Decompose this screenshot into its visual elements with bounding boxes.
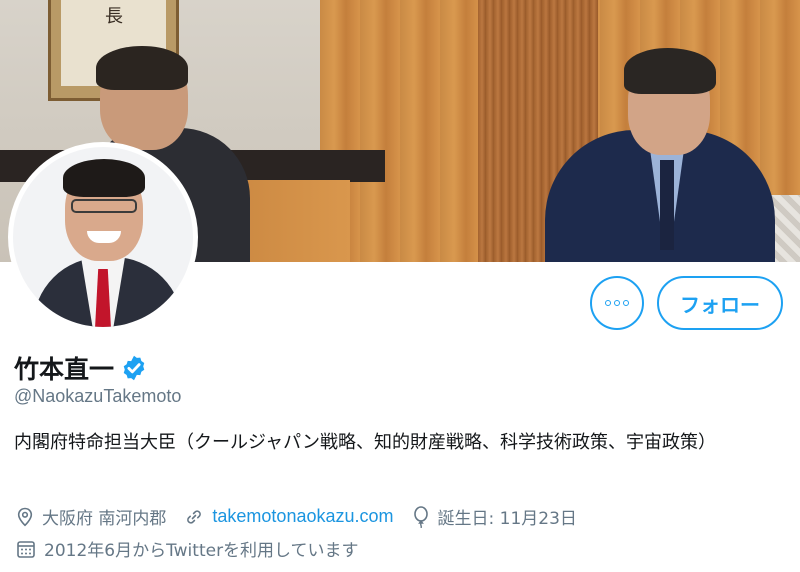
more-options-icon xyxy=(605,300,611,306)
birthday-text: 誕生日: 11月23日 xyxy=(437,509,577,529)
profile-name-row: 竹本直一 xyxy=(14,350,148,386)
profile-website: takemotonaokazu.com xyxy=(184,506,394,527)
location-text: 大阪府 南河内郡 xyxy=(42,509,167,529)
verified-badge-icon xyxy=(123,355,145,381)
location-pin-icon xyxy=(17,507,33,526)
profile-joined: 2012年6月からTwitterを利用しています xyxy=(16,536,359,561)
profile-location: 大阪府 南河内郡 xyxy=(16,504,166,529)
balloon-icon xyxy=(413,505,428,528)
profile-avatar[interactable] xyxy=(8,142,198,332)
link-icon xyxy=(187,509,202,524)
profile-name: 竹本直一 xyxy=(14,355,115,384)
calendar-icon xyxy=(17,540,35,558)
more-options-button[interactable] xyxy=(590,276,644,330)
joined-text: 2012年6月からTwitterを利用しています xyxy=(44,541,359,561)
profile-birthday: 誕生日: 11月23日 xyxy=(412,504,577,529)
avatar-glasses xyxy=(71,199,137,213)
banner-person-right-tie xyxy=(660,160,674,250)
banner-person-right-hair xyxy=(624,48,716,94)
banner-person-left-hair xyxy=(96,46,188,90)
website-link[interactable]: takemotonaokazu.com xyxy=(212,506,393,527)
more-options-icon-dot xyxy=(623,300,629,306)
avatar-hair xyxy=(63,159,145,197)
follow-button[interactable]: フォロー xyxy=(657,276,783,330)
profile-meta-row: 大阪府 南河内郡 takemotonaokazu.com 誕生日: 11月23日 xyxy=(16,504,595,529)
profile-handle: @NaokazuTakemoto xyxy=(14,386,182,406)
more-options-icon-dot xyxy=(614,300,620,306)
profile-bio: 内閣府特命担当大臣（クールジャパン戦略、知的財産戦略、科学技術政策、宇宙政策） xyxy=(14,432,716,453)
